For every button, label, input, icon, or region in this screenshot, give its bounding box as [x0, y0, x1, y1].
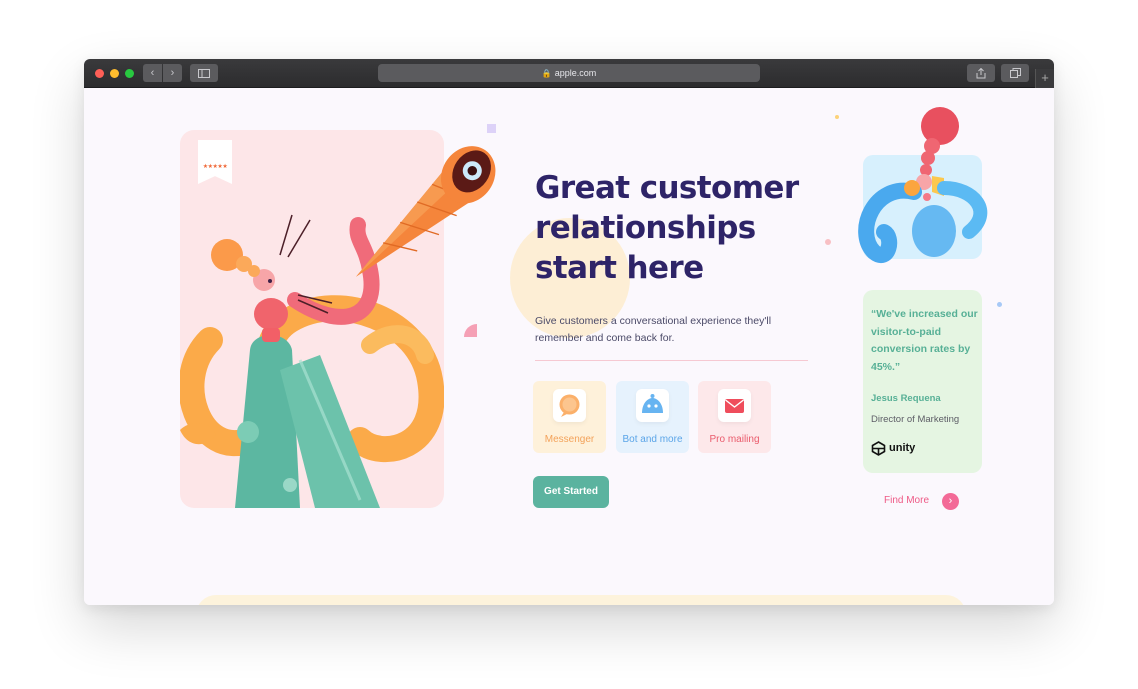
address-bar[interactable]: 🔒 apple.com — [378, 64, 760, 82]
back-button[interactable]: ‹ — [143, 64, 162, 82]
arrow-right-icon: › — [948, 495, 953, 507]
feature-label: Messenger — [544, 434, 595, 445]
chevron-left-icon: ‹ — [150, 67, 155, 79]
share-button[interactable] — [967, 64, 995, 82]
feature-label: Pro mailing — [709, 434, 760, 445]
testimonial-role: Director of Marketing — [871, 414, 960, 425]
chat-bubble-icon — [553, 389, 586, 422]
share-icon — [976, 67, 986, 78]
minimize-window-button[interactable] — [110, 69, 119, 78]
testimonial-author: Jesus Requena — [871, 393, 941, 404]
feature-messenger[interactable]: Messenger — [533, 381, 606, 453]
section-divider — [535, 360, 808, 361]
browser-toolbar: ‹ › 🔒 apple.com + — [84, 59, 1054, 88]
feature-label: Bot and more — [622, 434, 683, 445]
tabs-icon — [1009, 68, 1021, 78]
close-window-button[interactable] — [95, 69, 104, 78]
zoom-window-button[interactable] — [125, 69, 134, 78]
show-tabs-button[interactable] — [1001, 64, 1029, 82]
hero-subtitle: Give customers a conversational experien… — [535, 315, 772, 344]
company-name: unity — [889, 442, 916, 454]
bot-icon — [636, 389, 669, 422]
plus-icon: + — [1041, 70, 1049, 85]
unity-icon — [871, 440, 886, 456]
browser-window: ‹ › 🔒 apple.com + ★★★★★ Great customer r… — [84, 59, 1054, 605]
forward-button[interactable]: › — [163, 64, 182, 82]
mail-icon — [718, 389, 751, 422]
feature-mailing[interactable]: Pro mailing — [698, 381, 771, 453]
find-more-button[interactable]: › — [942, 493, 959, 510]
telescope-illustration — [356, 146, 496, 277]
page-title: Great customer relationships start here — [535, 168, 825, 288]
decorative-dot — [825, 239, 831, 245]
decorative-dot — [997, 302, 1002, 307]
decorative-square — [487, 124, 496, 133]
feature-bot[interactable]: Bot and more — [616, 381, 689, 453]
chevron-right-icon: › — [170, 67, 175, 79]
testimonial-quote: “We've increased our visitor-to-paid con… — [871, 308, 978, 373]
lock-icon: 🔒 — [541, 69, 552, 78]
company-logo: unity — [871, 440, 915, 456]
get-started-button[interactable]: Get Started — [533, 476, 609, 508]
sidebar-icon — [198, 68, 210, 78]
decorative-quarter-circle — [464, 324, 477, 337]
web-page: ★★★★★ Great customer relationships start… — [84, 88, 1054, 605]
headline-line: Great customer — [535, 170, 799, 206]
url-text: apple.com — [554, 68, 597, 78]
find-more-link[interactable]: Find More — [884, 495, 929, 506]
testimonial-card: “We've increased our visitor-to-paid con… — [863, 290, 982, 473]
headline-line: relationships — [535, 210, 756, 246]
new-tab-button[interactable]: + — [1035, 69, 1054, 88]
figure-illustration — [858, 107, 988, 263]
sidebar-toggle-button[interactable] — [190, 64, 218, 82]
headline-line: start here — [535, 250, 704, 286]
decorative-dot — [835, 115, 839, 119]
star-rating: ★★★★★ — [202, 164, 228, 170]
next-section-preview — [196, 595, 966, 605]
